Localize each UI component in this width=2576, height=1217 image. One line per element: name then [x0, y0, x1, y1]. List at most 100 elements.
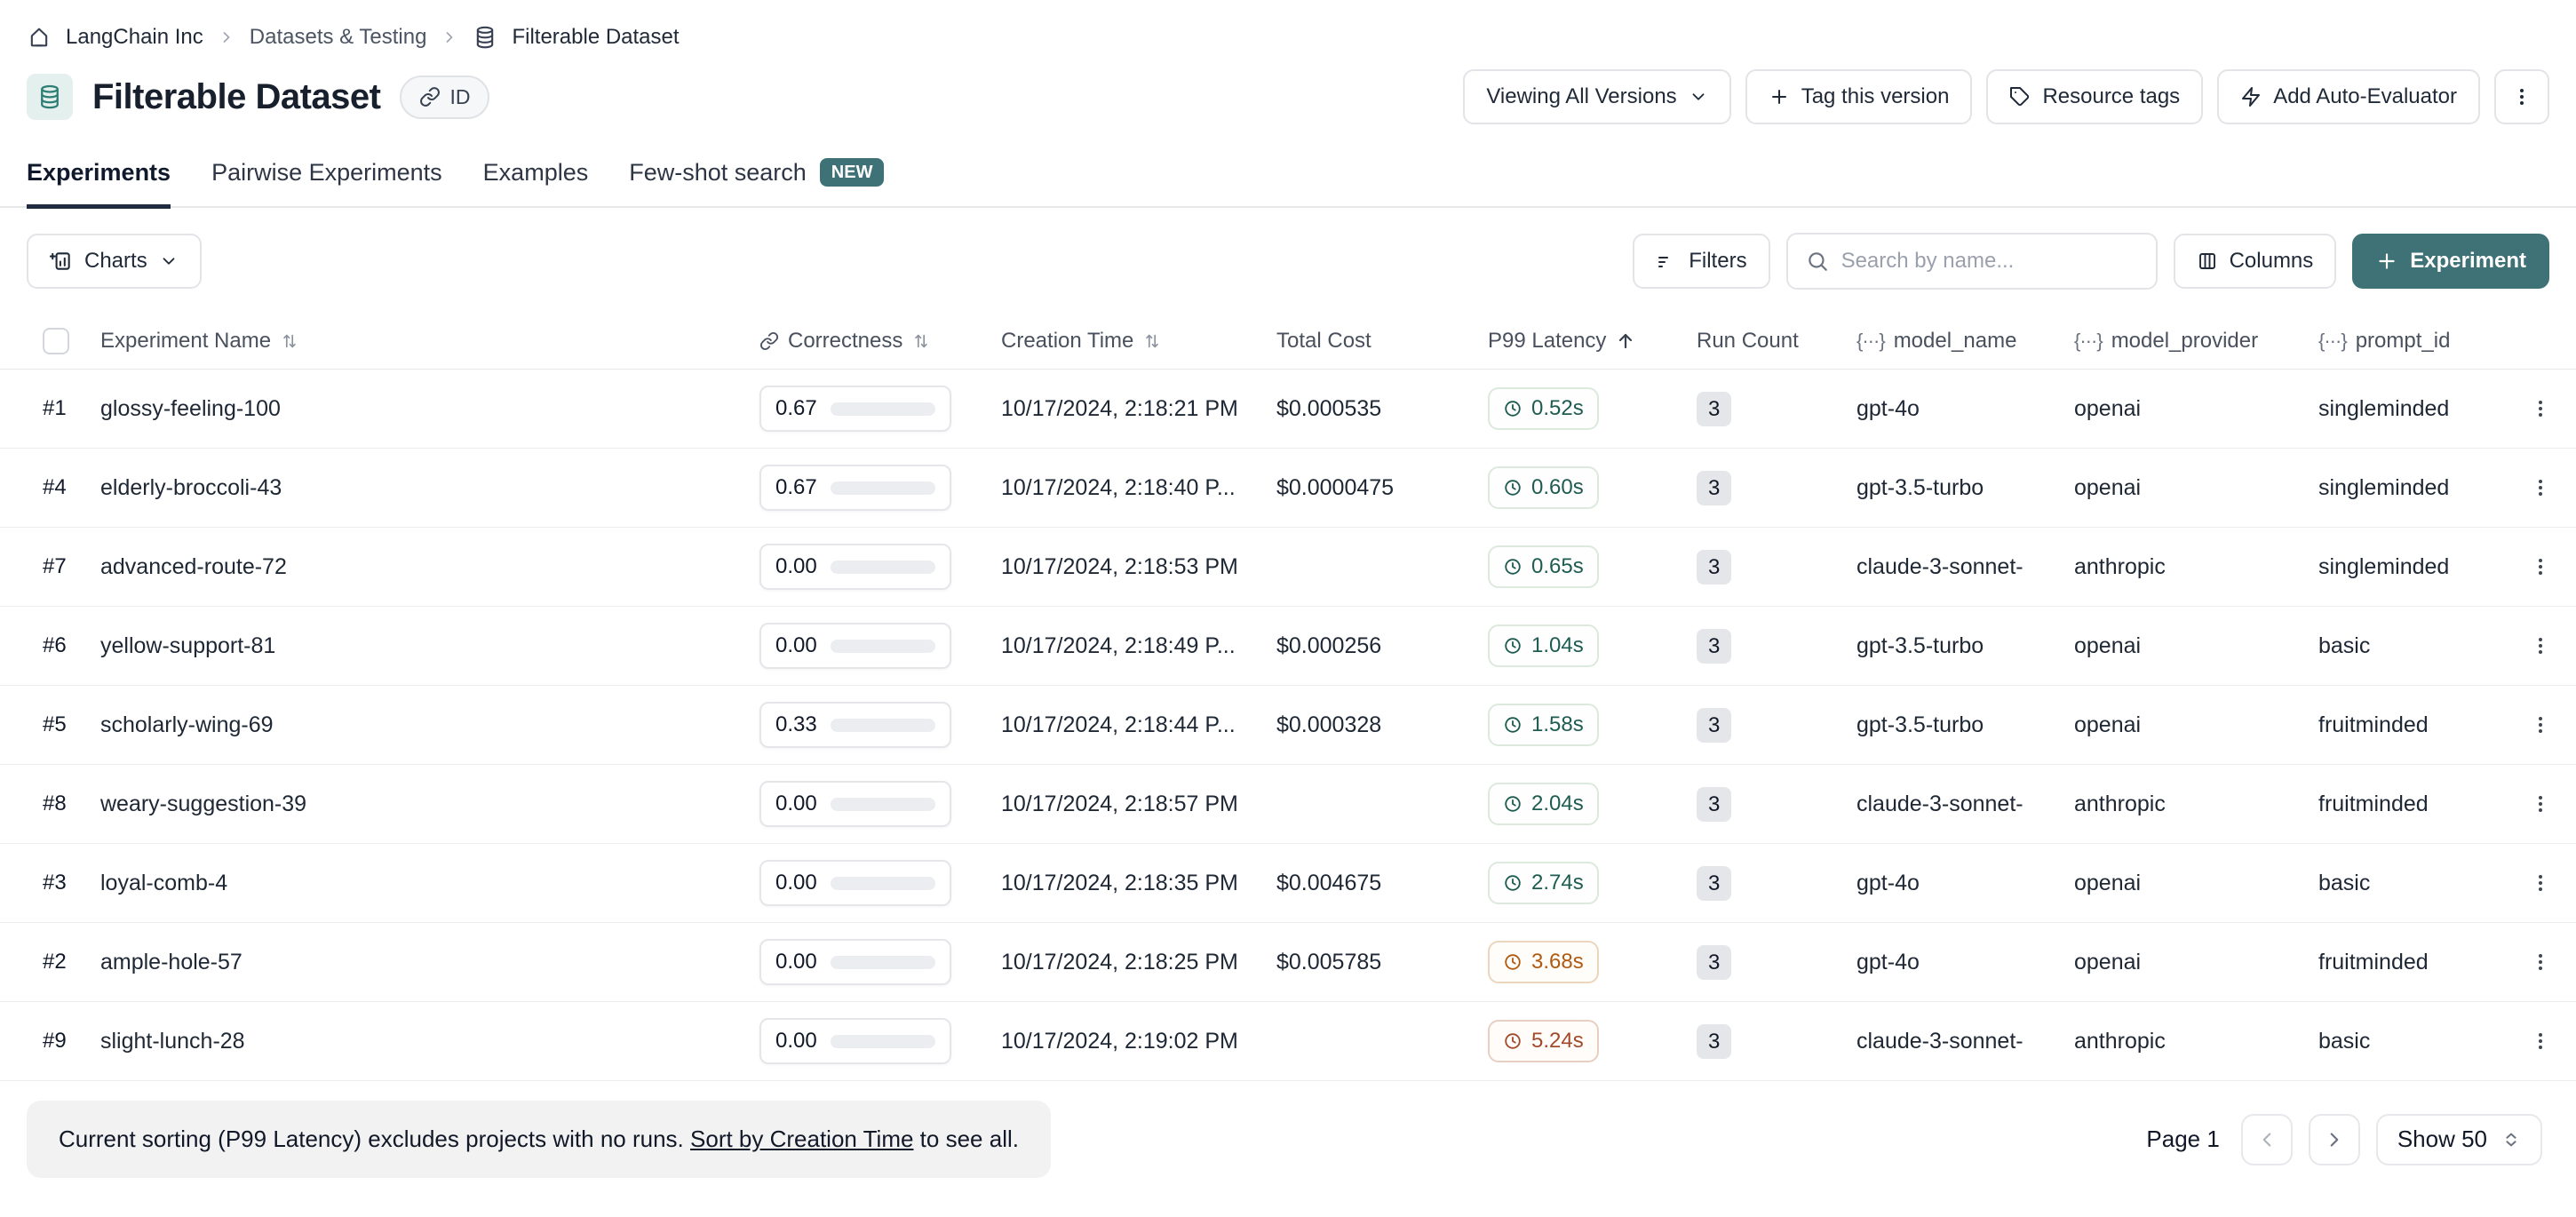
object-icon: {···}	[1856, 330, 1885, 353]
link-icon	[419, 86, 441, 107]
table-row[interactable]: #4 elderly-broccoli-43 0.67 10/17/2024, …	[0, 449, 2576, 528]
chevron-down-icon	[159, 251, 179, 271]
search-input[interactable]	[1841, 249, 2138, 274]
prompt-id: basic	[2318, 871, 2523, 896]
experiment-name[interactable]: advanced-route-72	[100, 554, 759, 580]
filters-button[interactable]: Filters	[1633, 234, 1769, 289]
run-count-badge: 3	[1697, 550, 1731, 585]
table-row[interactable]: #1 glossy-feeling-100 0.67 10/17/2024, 2…	[0, 370, 2576, 449]
model-provider: openai	[2074, 475, 2318, 501]
charts-button[interactable]: Charts	[27, 234, 202, 289]
breadcrumb-org[interactable]: LangChain Inc	[66, 25, 203, 50]
experiment-rank: #7	[43, 554, 100, 579]
correctness-cell[interactable]: 0.00	[759, 939, 951, 985]
row-menu-button[interactable]	[2524, 472, 2556, 504]
correctness-value: 0.00	[775, 871, 817, 895]
table-row[interactable]: #7 advanced-route-72 0.00 10/17/2024, 2:…	[0, 528, 2576, 607]
sort-by-creation-time-link[interactable]: Sort by Creation Time	[690, 1126, 913, 1152]
column-header-run-count[interactable]: Run Count	[1697, 329, 1856, 354]
more-options-button[interactable]	[2494, 69, 2549, 124]
run-count-badge: 3	[1697, 392, 1731, 426]
previous-page-button[interactable]	[2241, 1114, 2293, 1165]
model-name: claude-3-sonnet-	[1856, 554, 2074, 580]
row-menu-button[interactable]	[2524, 788, 2556, 820]
table-row[interactable]: #2 ample-hole-57 0.00 10/17/2024, 2:18:2…	[0, 923, 2576, 1002]
total-cost: $0.005785	[1276, 950, 1488, 975]
experiment-name[interactable]: ample-hole-57	[100, 950, 759, 975]
tab-experiments[interactable]: Experiments	[27, 159, 171, 209]
correctness-value: 0.00	[775, 1029, 817, 1054]
column-header-total-cost[interactable]: Total Cost	[1276, 329, 1488, 354]
latency-pill: 2.74s	[1488, 862, 1599, 904]
latency-value: 1.04s	[1531, 633, 1584, 658]
run-count-badge: 3	[1697, 945, 1731, 980]
experiment-name[interactable]: scholarly-wing-69	[100, 712, 759, 738]
table-row[interactable]: #5 scholarly-wing-69 0.33 10/17/2024, 2:…	[0, 686, 2576, 765]
latency-value: 2.74s	[1531, 871, 1584, 895]
row-menu-button[interactable]	[2524, 630, 2556, 662]
latency-value: 0.60s	[1531, 475, 1584, 500]
experiment-name[interactable]: yellow-support-81	[100, 633, 759, 659]
dataset-icon	[27, 74, 73, 120]
page-header: Filterable Dataset ID Viewing All Versio…	[0, 50, 2576, 124]
new-experiment-button[interactable]: Experiment	[2352, 234, 2549, 289]
experiment-name[interactable]: slight-lunch-28	[100, 1029, 759, 1054]
home-icon[interactable]	[27, 25, 52, 50]
search-icon	[1806, 250, 1829, 273]
resource-tags-button[interactable]: Resource tags	[1986, 69, 2203, 124]
page-size-selector[interactable]: Show 50	[2376, 1114, 2542, 1165]
sort-updown-icon[interactable]	[280, 331, 299, 351]
correctness-cell[interactable]: 0.67	[759, 465, 951, 511]
tab-few-shot-search[interactable]: Few-shot search NEW	[629, 158, 884, 209]
row-menu-button[interactable]	[2524, 393, 2556, 425]
column-header-experiment-name[interactable]: Experiment Name	[100, 329, 759, 354]
sort-updown-icon[interactable]	[911, 331, 931, 351]
latency-pill: 2.04s	[1488, 783, 1599, 825]
column-header-model-provider[interactable]: {···} model_provider	[2074, 329, 2318, 354]
column-header-model-name[interactable]: {···} model_name	[1856, 329, 2074, 354]
sort-updown-icon[interactable]	[1142, 331, 1162, 351]
tag-version-button[interactable]: Tag this version	[1745, 69, 1973, 124]
select-all-checkbox[interactable]	[43, 328, 69, 354]
experiment-name[interactable]: glossy-feeling-100	[100, 396, 759, 422]
version-selector[interactable]: Viewing All Versions	[1463, 69, 1730, 124]
sort-ascending-icon[interactable]	[1615, 330, 1636, 352]
tab-examples[interactable]: Examples	[483, 159, 589, 209]
copy-id-button[interactable]: ID	[400, 76, 489, 119]
table-row[interactable]: #9 slight-lunch-28 0.00 10/17/2024, 2:19…	[0, 1002, 2576, 1081]
experiment-name[interactable]: loyal-comb-4	[100, 871, 759, 896]
row-menu-button[interactable]	[2524, 709, 2556, 741]
correctness-cell[interactable]: 0.00	[759, 860, 951, 906]
row-menu-button[interactable]	[2524, 551, 2556, 583]
correctness-cell[interactable]: 0.00	[759, 1018, 951, 1064]
latency-value: 3.68s	[1531, 950, 1584, 974]
column-header-correctness[interactable]: Correctness	[759, 329, 1001, 354]
correctness-cell[interactable]: 0.00	[759, 781, 951, 827]
column-header-prompt-id[interactable]: {···} prompt_id	[2318, 329, 2523, 354]
table-row[interactable]: #8 weary-suggestion-39 0.00 10/17/2024, …	[0, 765, 2576, 844]
column-header-p99-latency[interactable]: P99 Latency	[1488, 329, 1697, 354]
chevron-right-icon	[218, 28, 235, 46]
experiment-name[interactable]: weary-suggestion-39	[100, 791, 759, 817]
column-header-creation-time[interactable]: Creation Time	[1001, 329, 1276, 354]
correctness-cell[interactable]: 0.00	[759, 623, 951, 669]
correctness-cell[interactable]: 0.33	[759, 702, 951, 748]
run-count-badge: 3	[1697, 787, 1731, 822]
add-auto-evaluator-button[interactable]: Add Auto-Evaluator	[2217, 69, 2480, 124]
next-page-button[interactable]	[2309, 1114, 2360, 1165]
columns-button[interactable]: Columns	[2174, 234, 2337, 289]
row-menu-button[interactable]	[2524, 946, 2556, 978]
correctness-cell[interactable]: 0.00	[759, 544, 951, 590]
breadcrumb-section[interactable]: Datasets & Testing	[250, 25, 427, 50]
table-row[interactable]: #3 loyal-comb-4 0.00 10/17/2024, 2:18:35…	[0, 844, 2576, 923]
table-row[interactable]: #6 yellow-support-81 0.00 10/17/2024, 2:…	[0, 607, 2576, 686]
new-badge: NEW	[820, 158, 885, 187]
tab-pairwise-experiments[interactable]: Pairwise Experiments	[211, 159, 442, 209]
model-name: claude-3-sonnet-	[1856, 1029, 2074, 1054]
row-menu-button[interactable]	[2524, 867, 2556, 899]
correctness-cell[interactable]: 0.67	[759, 386, 951, 432]
row-menu-button[interactable]	[2524, 1025, 2556, 1057]
run-count-badge: 3	[1697, 708, 1731, 743]
experiment-name[interactable]: elderly-broccoli-43	[100, 475, 759, 501]
correctness-value: 0.00	[775, 633, 817, 658]
